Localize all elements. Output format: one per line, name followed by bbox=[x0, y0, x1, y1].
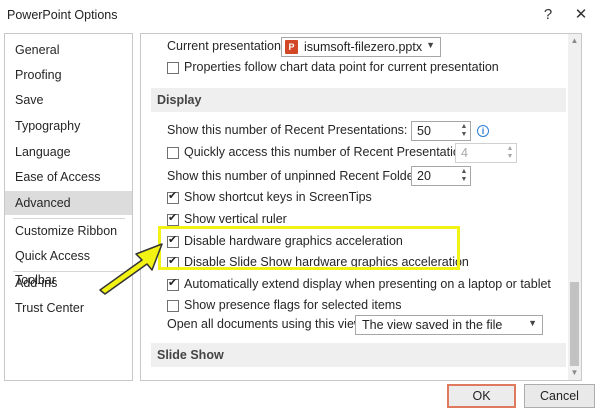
close-button[interactable]: ✕ bbox=[570, 4, 592, 26]
quick-access-value: 4 bbox=[461, 146, 468, 160]
recent-folders-stepper[interactable]: 20 ▲ ▼ bbox=[411, 166, 471, 186]
info-icon[interactable]: i bbox=[477, 125, 489, 137]
current-presentation-label: Current presentation: bbox=[167, 39, 285, 53]
highlight-box bbox=[158, 226, 460, 270]
quick-access-stepper: 4 ▲ ▼ bbox=[455, 143, 517, 163]
cancel-button[interactable]: Cancel bbox=[524, 384, 595, 408]
section-header-slide-show: Slide Show bbox=[151, 343, 566, 367]
current-presentation-dropdown[interactable]: P isumsoft-filezero.pptx ▼ bbox=[281, 37, 441, 57]
section-header-display: Display bbox=[151, 88, 566, 112]
sidebar: General Proofing Save Typography Languag… bbox=[4, 33, 133, 381]
auto-extend-label: Automatically extend display when presen… bbox=[184, 277, 551, 291]
help-button[interactable]: ? bbox=[537, 4, 559, 26]
vertical-ruler-checkbox[interactable] bbox=[167, 211, 179, 226]
recent-folders-value: 20 bbox=[417, 169, 431, 183]
open-docs-value: The view saved in the file bbox=[362, 318, 503, 332]
chart-props-checkbox[interactable] bbox=[167, 62, 179, 74]
quick-access-checkbox[interactable] bbox=[167, 147, 179, 159]
powerpoint-file-icon: P bbox=[285, 40, 298, 54]
open-docs-dropdown[interactable]: The view saved in the file ▼ bbox=[355, 315, 543, 335]
pointer-arrow-icon bbox=[99, 243, 163, 295]
recent-presentations-value: 50 bbox=[417, 124, 431, 138]
scroll-up-icon[interactable]: ▲ bbox=[568, 34, 581, 48]
vertical-ruler-label: Show vertical ruler bbox=[184, 212, 287, 226]
spinner-arrows-icon[interactable]: ▲ ▼ bbox=[459, 123, 469, 139]
shortcut-keys-label: Show shortcut keys in ScreenTips bbox=[184, 190, 372, 204]
shortcut-keys-checkbox[interactable] bbox=[167, 189, 179, 204]
content-scrollbar[interactable]: ▲ ▼ bbox=[568, 34, 581, 380]
scroll-thumb[interactable] bbox=[570, 282, 579, 366]
presence-flags-checkbox[interactable] bbox=[167, 300, 179, 312]
sidebar-item-general[interactable]: General bbox=[5, 38, 132, 62]
spinner-arrows-icon[interactable]: ▲ ▼ bbox=[459, 168, 469, 184]
chevron-down-icon: ▼ bbox=[426, 40, 435, 50]
sidebar-item-ease-of-access[interactable]: Ease of Access bbox=[5, 165, 132, 189]
recent-folders-label: Show this number of unpinned Recent Fold… bbox=[167, 169, 428, 183]
sidebar-item-language[interactable]: Language bbox=[5, 140, 132, 164]
recent-presentations-label: Show this number of Recent Presentations… bbox=[167, 123, 408, 137]
sidebar-item-typography[interactable]: Typography bbox=[5, 114, 132, 138]
window-title: PowerPoint Options bbox=[7, 8, 118, 22]
chart-props-label: Properties follow chart data point for c… bbox=[184, 60, 499, 74]
current-presentation-value: isumsoft-filezero.pptx bbox=[304, 40, 423, 54]
recent-presentations-stepper[interactable]: 50 ▲ ▼ bbox=[411, 121, 471, 141]
sidebar-item-trust-center[interactable]: Trust Center bbox=[5, 296, 132, 320]
sidebar-item-proofing[interactable]: Proofing bbox=[5, 63, 132, 87]
sidebar-item-advanced[interactable]: Advanced bbox=[5, 191, 132, 215]
scroll-down-icon[interactable]: ▼ bbox=[568, 366, 581, 380]
presence-flags-label: Show presence flags for selected items bbox=[184, 298, 402, 312]
chevron-down-icon: ▼ bbox=[528, 318, 537, 328]
auto-extend-checkbox[interactable] bbox=[167, 276, 179, 291]
sidebar-item-save[interactable]: Save bbox=[5, 88, 132, 112]
options-content: Current presentation: P isumsoft-filezer… bbox=[140, 33, 582, 381]
quick-access-label: Quickly access this number of Recent Pre… bbox=[184, 145, 477, 159]
title-bar: PowerPoint Options ? ✕ bbox=[0, 0, 600, 30]
ok-button[interactable]: OK bbox=[447, 384, 516, 408]
spinner-arrows-icon: ▲ ▼ bbox=[506, 145, 514, 160]
open-docs-label: Open all documents using this view bbox=[167, 317, 363, 331]
